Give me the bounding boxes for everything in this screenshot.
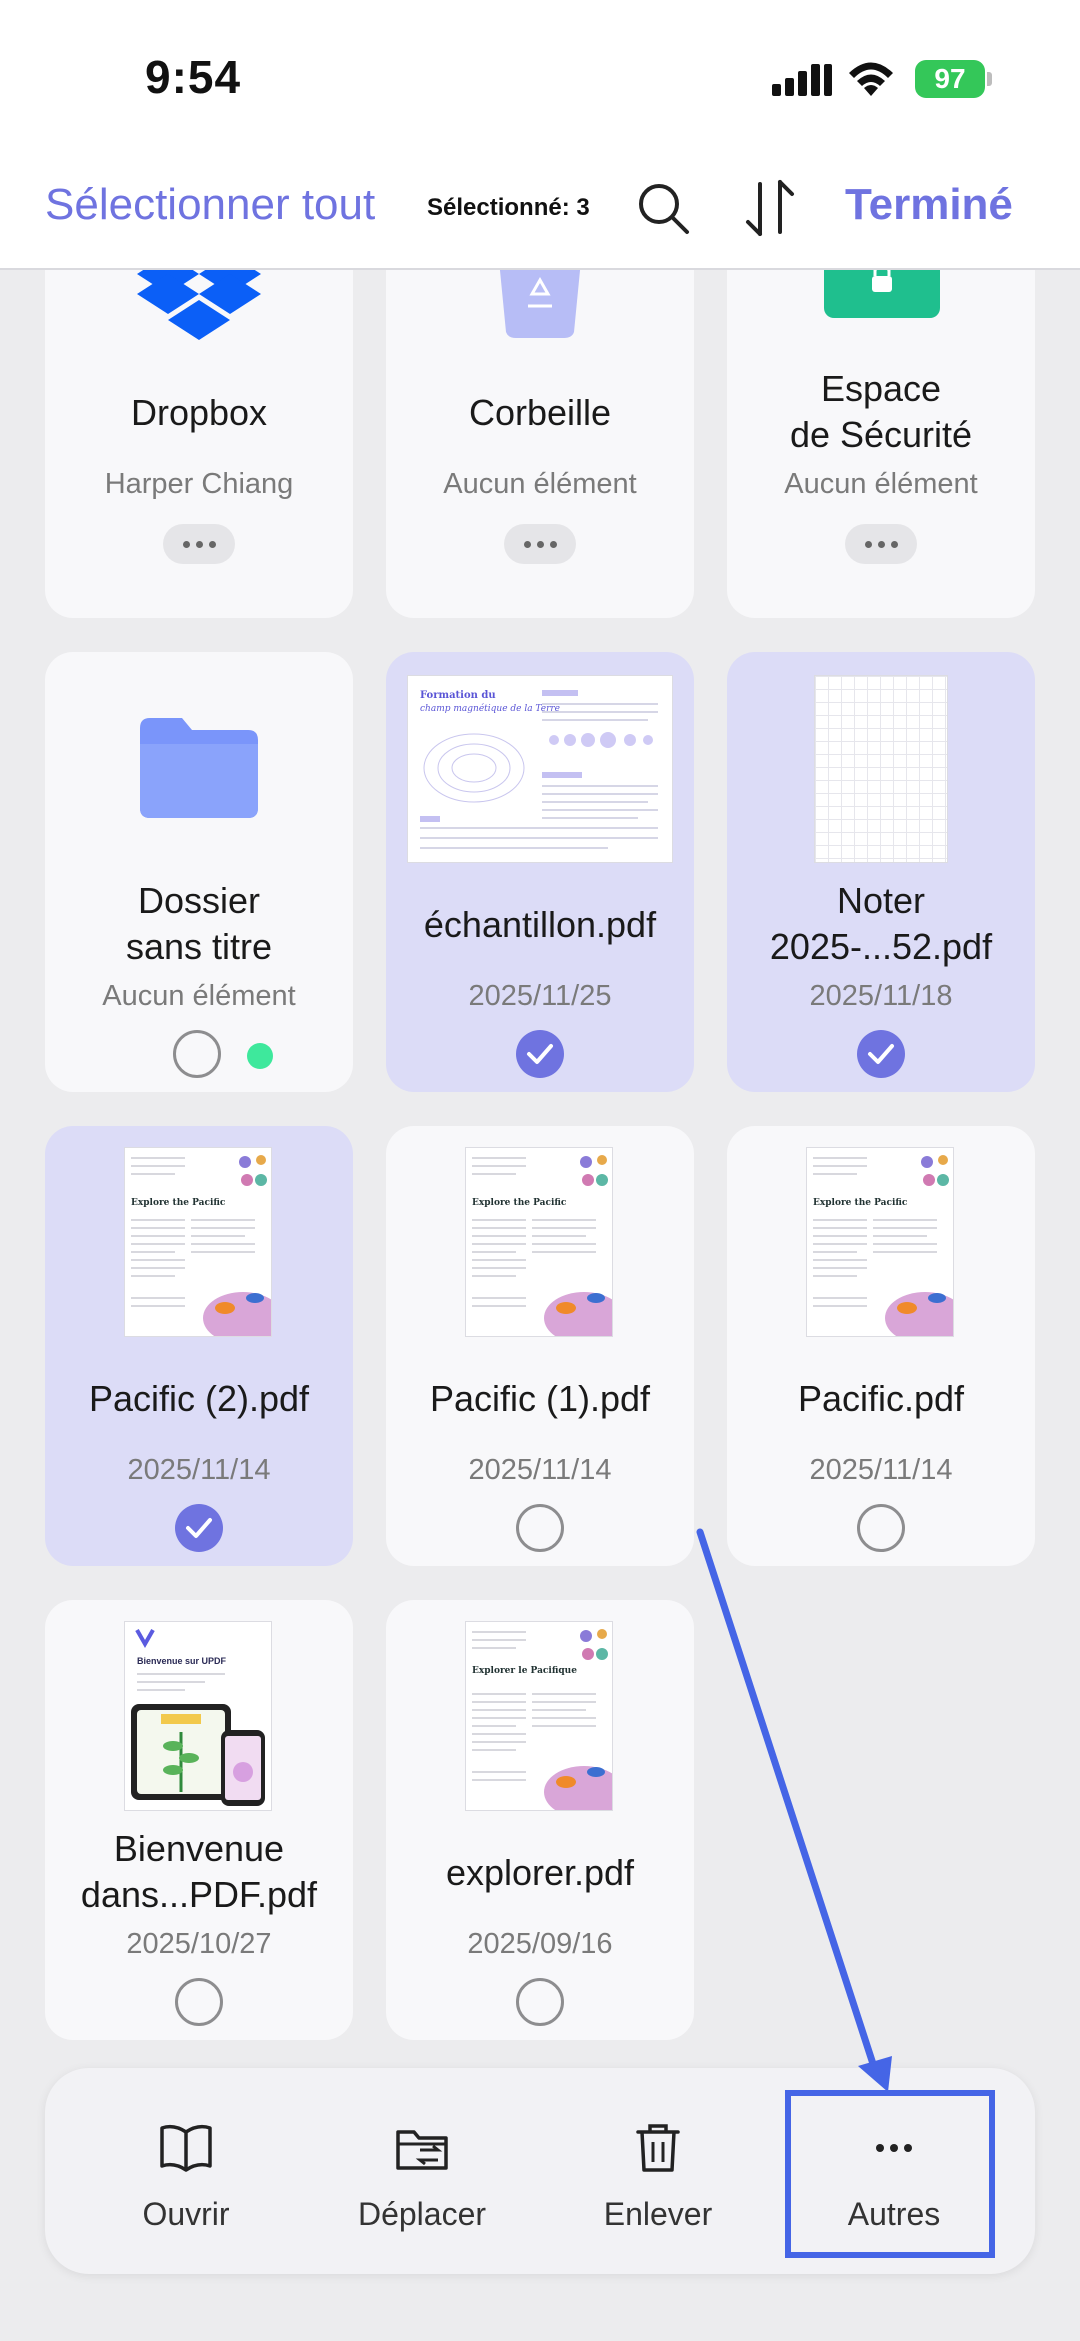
card-date: 2025/10/27 (126, 1928, 272, 1960)
card-espace-securite[interactable]: Espace de Sécurité Aucun élément (727, 270, 1035, 618)
card-echantillon[interactable]: Formation du champ magnétique de la Terr… (386, 652, 694, 1092)
done-button[interactable]: Terminé (845, 180, 1013, 230)
file-thumbnail: Explorer le Pacifique (466, 1622, 612, 1810)
card-title: Pacific.pdf (797, 1378, 965, 1419)
card-explorer[interactable]: Explorer le Pacifique explorer.pdf 2025/… (386, 1600, 694, 2040)
select-checkbox-checked[interactable] (516, 1030, 564, 1078)
card-date: 2025/11/14 (127, 1454, 271, 1486)
open-label: Ouvrir (142, 2196, 230, 2232)
search-icon[interactable] (635, 180, 691, 236)
card-title: Dropbox (130, 392, 268, 433)
remove-button[interactable]: Enlever (558, 2068, 758, 2274)
card-title-line1: Noter (836, 880, 926, 921)
remove-label: Enlever (603, 2196, 713, 2232)
file-thumbnail: Explore the Pacific (466, 1148, 612, 1336)
card-corbeille[interactable]: Corbeille Aucun élément (386, 270, 694, 618)
card-title-line1: Espace (820, 368, 942, 409)
card-subtitle: Aucun élément (784, 468, 978, 500)
select-checkbox-checked[interactable] (175, 1504, 223, 1552)
select-radio[interactable] (175, 1978, 223, 2026)
folder-move-icon (396, 2130, 448, 2170)
battery-nub (987, 72, 992, 86)
cellular-signal-icon (772, 64, 832, 96)
file-thumbnail: Explore the Pacific (807, 1148, 953, 1336)
card-title-line2: de Sécurité (789, 414, 973, 455)
card-noter[interactable]: Noter 2025-...52.pdf 2025/11/18 (727, 652, 1035, 1092)
card-title: Corbeille (468, 392, 612, 433)
card-date: 2025/09/16 (467, 1928, 613, 1960)
selected-count-label: Sélectionné: 3 (427, 194, 590, 221)
battery-indicator: 97 (915, 60, 985, 98)
more-options-button[interactable] (163, 524, 235, 564)
more-options-button[interactable] (845, 524, 917, 564)
card-date: 2025/11/18 (809, 980, 953, 1012)
card-title-line1: Bienvenue (113, 1828, 285, 1869)
select-checkbox-checked[interactable] (857, 1030, 905, 1078)
file-thumbnail: Bienvenue sur UPDF (125, 1622, 271, 1810)
card-pacific-2[interactable]: Explore the Pacific Pacific (2).pdf 2025… (45, 1126, 353, 1566)
card-pacific-1[interactable]: Explore the Pacific Pacific (1).pdf 2025… (386, 1126, 694, 1566)
select-radio[interactable] (857, 1504, 905, 1552)
file-grid: Dropbox Harper Chiang Corbeille Aucun él… (0, 270, 1080, 2060)
card-bienvenue[interactable]: Bienvenue sur UPDF Bienvenue dans...PDF.… (45, 1600, 353, 2040)
select-radio[interactable] (516, 1978, 564, 2026)
card-subtitle: Aucun élément (102, 980, 296, 1012)
more-options-button[interactable] (504, 524, 576, 564)
status-bar: 9:54 97 (0, 0, 1080, 150)
trash-bin-icon (499, 270, 581, 338)
card-dropbox[interactable]: Dropbox Harper Chiang (45, 270, 353, 618)
card-title: Pacific (2).pdf (88, 1378, 310, 1419)
sync-status-dot (247, 1043, 273, 1069)
file-thumbnail: Explore the Pacific (125, 1148, 271, 1336)
card-title-line2: 2025-...52.pdf (769, 926, 993, 967)
trash-icon (636, 2124, 680, 2172)
card-date: 2025/11/14 (468, 1454, 612, 1486)
card-title: Pacific (1).pdf (429, 1378, 651, 1419)
selection-toolbar: Sélectionner tout Sélectionné: 3 Terminé (0, 150, 1080, 270)
status-time: 9:54 (145, 51, 242, 103)
dropbox-icon (137, 270, 261, 340)
card-title-line1: Dossier (137, 880, 261, 921)
folder-icon (140, 718, 258, 818)
card-subtitle: Aucun élément (443, 468, 637, 500)
book-open-icon (160, 2124, 212, 2172)
file-thumbnail (815, 676, 947, 862)
sort-icon[interactable] (742, 178, 798, 238)
select-radio[interactable] (173, 1030, 221, 1078)
card-subtitle: Harper Chiang (104, 468, 294, 500)
card-date: 2025/11/25 (468, 980, 612, 1012)
wifi-icon (849, 62, 893, 96)
card-title: explorer.pdf (445, 1852, 635, 1893)
card-title-line2: dans...PDF.pdf (80, 1874, 318, 1915)
checkmark-icon (868, 1044, 894, 1064)
open-button[interactable]: Ouvrir (86, 2068, 286, 2274)
move-button[interactable]: Déplacer (322, 2068, 522, 2274)
select-all-button[interactable]: Sélectionner tout (45, 180, 375, 230)
checkmark-icon (186, 1518, 212, 1538)
card-dossier-sans-titre[interactable]: Dossier sans titre Aucun élément (45, 652, 353, 1092)
select-radio[interactable] (516, 1504, 564, 1552)
file-thumbnail: Formation du champ magnétique de la Terr… (408, 676, 672, 862)
lock-icon (824, 270, 940, 318)
move-label: Déplacer (357, 2196, 487, 2232)
checkmark-icon (527, 1044, 553, 1064)
card-pacific[interactable]: Explore the Pacific Pacific.pdf 2025/11/… (727, 1126, 1035, 1566)
card-title: échantillon.pdf (423, 904, 657, 945)
annotation-highlight-box (785, 2090, 995, 2258)
card-date: 2025/11/14 (809, 1454, 953, 1486)
card-title-line2: sans titre (125, 926, 273, 967)
